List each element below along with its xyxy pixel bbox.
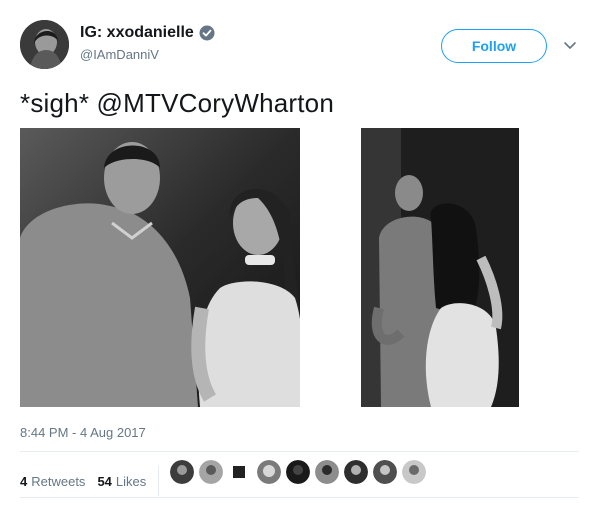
retweets-count: 4 [20,473,28,489]
follow-button[interactable]: Follow [441,29,547,63]
author-avatar[interactable] [20,20,69,69]
tweet-photo[interactable] [361,128,519,407]
tweet-photo[interactable] [20,128,300,407]
avatar-image [20,20,69,69]
liker-avatars [170,460,431,484]
liker-avatar[interactable] [344,460,368,484]
photo-image [20,128,300,407]
stats-separator [158,466,160,496]
chevron-down-icon[interactable] [563,40,577,52]
liker-avatar[interactable] [286,460,310,484]
tweet-timestamp[interactable]: 8:44 PM - 4 Aug 2017 [20,425,146,440]
likes-stat[interactable]: 54 Likes [97,474,146,489]
liker-avatar[interactable] [170,460,194,484]
likes-count: 54 [97,473,112,489]
liker-avatar[interactable] [257,460,281,484]
retweets-label: Retweets [31,473,86,489]
divider [20,451,579,452]
photo-image [361,128,519,407]
verified-badge-icon [199,25,215,41]
liker-avatar[interactable] [228,460,252,484]
liker-avatar[interactable] [315,460,339,484]
liker-avatar[interactable] [373,460,397,484]
tweet-stats: 4 Retweets 54 Likes [20,466,171,496]
liker-avatar[interactable] [199,460,223,484]
author-handle[interactable]: @IAmDanniV [80,47,159,62]
likes-label: Likes [115,473,147,489]
author-name-row: IG: xxodanielle [80,24,215,42]
tweet-text: *sigh* @MTVCoryWharton [20,88,334,118]
author-display-name[interactable]: IG: xxodanielle [80,24,194,42]
retweets-stat[interactable]: 4 Retweets [20,474,85,489]
divider [20,497,579,498]
liker-avatar[interactable] [402,460,426,484]
